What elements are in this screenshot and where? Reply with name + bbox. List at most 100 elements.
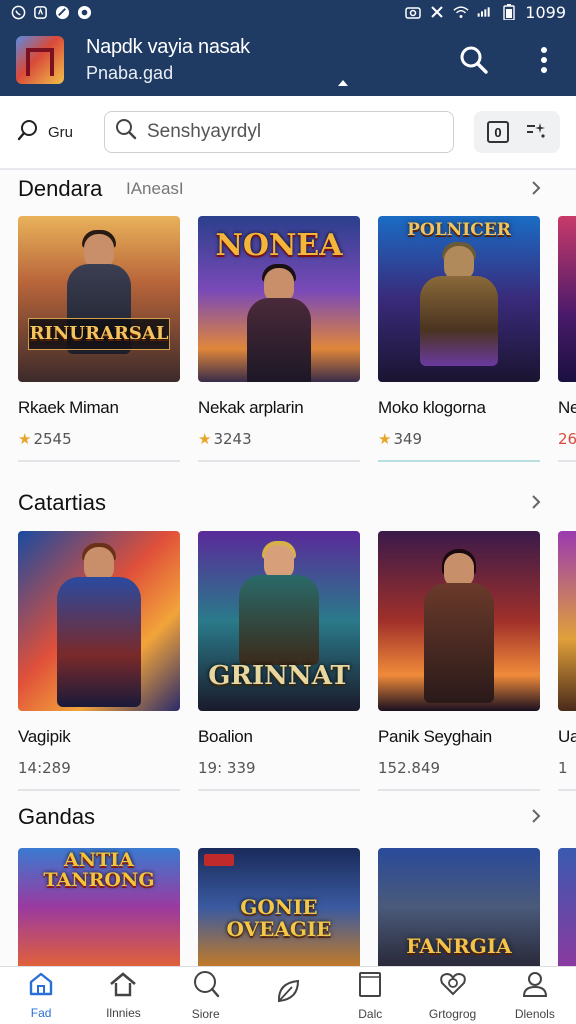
heart-search-icon <box>438 970 468 1003</box>
section-title: Catartias <box>18 490 107 515</box>
magnifier-icon <box>16 118 40 146</box>
card-meta: 1 <box>558 759 568 777</box>
hero-figure <box>49 543 149 711</box>
nav-item-leaf[interactable] <box>247 967 329 1024</box>
section-title: Dendara <box>18 176 103 201</box>
nav-label: Ilnnies <box>106 1006 141 1020</box>
game-thumbnail <box>558 216 576 382</box>
bottom-navigation: Fad Ilnnies Siore Dalc Grtogrog Dlenols <box>0 966 576 1024</box>
game-card[interactable]: FANRGIA <box>378 848 540 966</box>
search-scope-button[interactable]: Gru <box>16 118 100 146</box>
nav-item-groups[interactable]: Grtogrog <box>411 967 493 1024</box>
section-header: Catartias <box>0 486 576 526</box>
card-meta: 19: 339 <box>198 759 256 777</box>
card-divider <box>18 789 180 791</box>
battery-icon <box>501 4 517 20</box>
game-thumbnail: NONEA <box>198 216 360 382</box>
library-icon <box>108 971 138 1002</box>
sparkle-filter-icon <box>525 120 547 145</box>
star-icon: ★ <box>378 430 392 448</box>
card-title: Panik Seyghain <box>378 727 492 746</box>
mute-icon <box>429 4 445 20</box>
thumbnail-title: RINURARSAL <box>29 323 169 344</box>
chevron-right-icon[interactable] <box>526 806 546 826</box>
card-title: Nekak arplarin <box>198 398 304 417</box>
game-card[interactable]: Ua 1 <box>558 531 576 791</box>
card-rating: ★ 3243 <box>198 430 252 448</box>
nav-label: Dlenols <box>514 1007 555 1021</box>
status-right: 1099 <box>405 3 566 22</box>
game-card[interactable]: GONIE OVEAGIE <box>198 848 360 966</box>
whatsapp-icon <box>10 4 26 20</box>
home-icon <box>28 971 54 1002</box>
no-entry-icon <box>54 4 70 20</box>
search-icon <box>192 970 220 1003</box>
nav-item-profile[interactable]: Dlenols <box>494 967 576 1024</box>
game-card[interactable]: POLNICER Moko klogorna ★ 349 <box>378 216 540 462</box>
leaf-icon <box>274 977 302 1010</box>
search-icon[interactable] <box>458 44 490 76</box>
section-gandas: Gandas ANTIA TANRONG GONIE OVEAGIE FANRG… <box>0 800 576 966</box>
more-vert-icon[interactable] <box>528 44 560 76</box>
game-card[interactable] <box>558 848 576 966</box>
game-card[interactable]: GRINNAT Boalion 19: 339 <box>198 531 360 791</box>
game-card[interactable]: Vagipik 14:289 <box>18 531 180 791</box>
card-divider <box>378 789 540 791</box>
status-bar: 1099 <box>0 0 576 24</box>
nav-item-library[interactable]: Ilnnies <box>82 967 164 1024</box>
wifi-icon <box>453 4 469 20</box>
card-divider <box>558 460 576 462</box>
section-subtitle: IAneasI <box>126 179 184 198</box>
game-thumbnail: ANTIA TANRONG <box>18 848 180 966</box>
card-title: Ua <box>558 727 576 746</box>
header-actions <box>458 44 560 76</box>
search-placeholder: Senshyayrdyl <box>147 121 262 142</box>
game-card[interactable]: Panik Seyghain 152.849 <box>378 531 540 791</box>
game-thumbnail <box>558 848 576 966</box>
game-thumbnail <box>18 531 180 711</box>
game-thumbnail: GRINNAT <box>198 531 360 711</box>
game-thumbnail: RINURARSAL <box>18 216 180 382</box>
game-card[interactable]: ANTIA TANRONG <box>18 848 180 966</box>
header-titles[interactable]: Napdk vayia nasak Pnaba.gad <box>86 36 348 86</box>
game-card[interactable]: RINURARSAL Rkaek Miman ★ 2545 <box>18 216 180 462</box>
card-meta: 14:289 <box>18 759 71 777</box>
star-icon: ★ <box>18 430 32 448</box>
search-input[interactable]: Senshyayrdyl <box>104 111 454 153</box>
nav-label: Dalc <box>358 1007 383 1021</box>
book-icon <box>356 970 384 1003</box>
thumbnail-title: GRINNAT <box>208 661 350 691</box>
filter-button[interactable]: 0 <box>474 111 560 153</box>
nav-label: Fad <box>30 1006 52 1020</box>
card-title: Vagipik <box>18 727 71 746</box>
game-card[interactable]: Ne 26 <box>558 216 576 462</box>
section-title: Gandas <box>18 804 96 829</box>
chevron-right-icon[interactable] <box>526 178 546 198</box>
card-row: RINURARSAL Rkaek Miman ★ 2545 NONEA Nekak… <box>18 216 576 462</box>
chevron-right-icon[interactable] <box>526 492 546 512</box>
camera-icon <box>405 4 422 20</box>
game-card[interactable]: NONEA Nekak arplarin ★ 3243 <box>198 216 360 462</box>
circle-icon <box>76 4 92 20</box>
nav-item-book[interactable]: Dalc <box>329 967 411 1024</box>
section-header: Dendara IAneasI <box>0 172 576 212</box>
dropdown-caret-icon[interactable] <box>338 80 348 86</box>
nav-item-home[interactable]: Fad <box>0 967 82 1024</box>
signal-icon <box>477 4 493 20</box>
hero-figure <box>229 541 329 675</box>
card-divider <box>18 460 180 462</box>
card-divider <box>378 460 540 462</box>
game-thumbnail <box>378 531 540 711</box>
app-header: Napdk vayia nasak Pnaba.gad <box>0 24 576 96</box>
hero-figure <box>234 264 324 382</box>
app-logo[interactable] <box>16 36 64 84</box>
nav-item-search[interactable]: Siore <box>165 967 247 1024</box>
search-icon <box>115 118 137 146</box>
hero-figure <box>409 242 509 382</box>
card-divider <box>558 789 576 791</box>
card-title: Ne <box>558 398 576 417</box>
card-row: Vagipik 14:289 GRINNAT Boalion 19: 339 P… <box>18 531 576 791</box>
search-scope-label: Gru <box>48 123 74 141</box>
hero-figure <box>54 230 144 382</box>
search-row: Gru Senshyayrdyl 0 <box>0 96 576 170</box>
